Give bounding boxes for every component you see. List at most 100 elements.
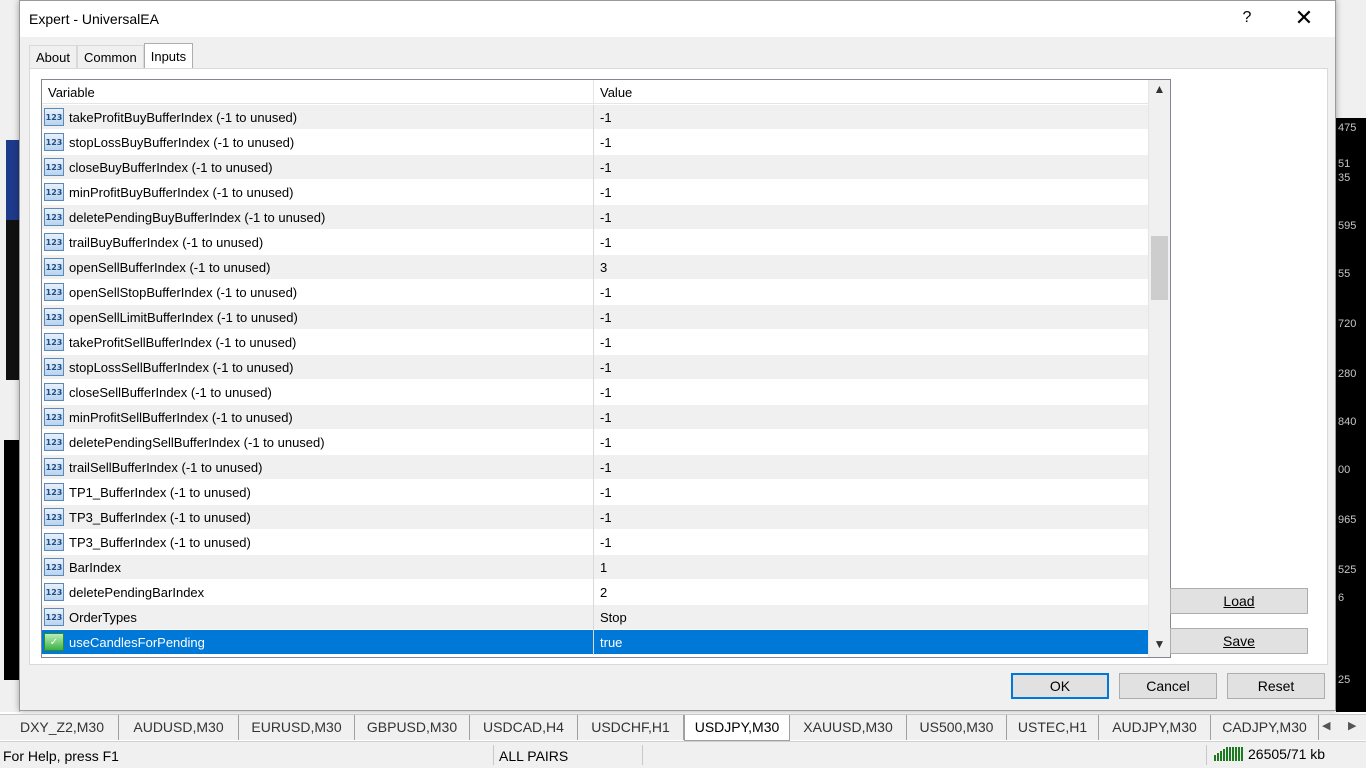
scroll-thumb[interactable] xyxy=(1151,236,1168,300)
symbol-tab[interactable]: US500,M30 xyxy=(907,715,1007,740)
value-cell[interactable]: -1 xyxy=(594,210,1148,225)
variable-cell[interactable]: 123 minProfitSellBufferIndex (-1 to unuse… xyxy=(42,404,594,430)
grid-row[interactable]: 123 TP1_BufferIndex (-1 to unused) -1 xyxy=(42,479,1148,505)
value-cell[interactable]: -1 xyxy=(594,460,1148,475)
column-header-variable[interactable]: Variable xyxy=(42,80,594,103)
variable-cell[interactable]: 123 openSellBufferIndex (-1 to unused) xyxy=(42,254,594,280)
grid-row[interactable]: 123 BarIndex 1 xyxy=(42,554,1148,580)
tab-inputs[interactable]: Inputs xyxy=(143,43,194,69)
grid-scrollbar[interactable]: ▲ ▼ xyxy=(1148,80,1170,657)
grid-row[interactable]: 123 deletePendingSellBufferIndex (-1 to u… xyxy=(42,429,1148,455)
variable-cell[interactable]: 123 trailBuyBufferIndex (-1 to unused) xyxy=(42,229,594,255)
load-button[interactable]: Load xyxy=(1170,588,1308,614)
symbol-tab[interactable]: USDCHF,H1 xyxy=(578,715,684,740)
tab-about[interactable]: About xyxy=(29,45,77,69)
reset-button[interactable]: Reset xyxy=(1227,673,1325,699)
grid-row[interactable]: 123 minProfitBuyBufferIndex (-1 to unused… xyxy=(42,179,1148,205)
grid-row[interactable]: 123 closeSellBufferIndex (-1 to unused) -1 xyxy=(42,379,1148,405)
symbol-tab[interactable]: XAUUSD,M30 xyxy=(790,715,907,740)
symbol-tab[interactable]: CADJPY,M30 xyxy=(1211,715,1319,740)
variable-cell[interactable]: 123 deletePendingSellBufferIndex (-1 to u… xyxy=(42,429,594,455)
value-cell[interactable]: -1 xyxy=(594,185,1148,200)
integer-type-icon: 123 xyxy=(44,483,64,501)
tab-common[interactable]: Common xyxy=(76,45,144,69)
value-cell[interactable]: -1 xyxy=(594,285,1148,300)
value-cell[interactable]: -1 xyxy=(594,510,1148,525)
variable-cell[interactable]: 123 stopLossSellBufferIndex (-1 to unused… xyxy=(42,354,594,380)
symbol-tab[interactable]: USDCAD,H4 xyxy=(470,715,578,740)
grid-row[interactable]: 123 takeProfitSellBufferIndex (-1 to unus… xyxy=(42,329,1148,355)
value-cell[interactable]: -1 xyxy=(594,335,1148,350)
value-cell[interactable]: 3 xyxy=(594,260,1148,275)
value-cell[interactable]: Stop xyxy=(594,610,1148,625)
symbol-tab[interactable]: USDJPY,M30 xyxy=(684,715,790,741)
value-cell[interactable]: -1 xyxy=(594,360,1148,375)
grid-row[interactable]: 123 deletePendingBarIndex 2 xyxy=(42,579,1148,605)
grid-row[interactable]: 123 takeProfitBuyBufferIndex (-1 to unuse… xyxy=(42,104,1148,130)
variable-cell[interactable]: ✓ useCandlesForPending xyxy=(42,629,594,655)
value-cell[interactable]: -1 xyxy=(594,485,1148,500)
ok-button[interactable]: OK xyxy=(1011,673,1109,699)
cancel-button[interactable]: Cancel xyxy=(1119,673,1217,699)
value-cell[interactable]: 1 xyxy=(594,560,1148,575)
variable-cell[interactable]: 123 openSellLimitBufferIndex (-1 to unuse… xyxy=(42,304,594,330)
grid-row[interactable]: 123 trailSellBufferIndex (-1 to unused) -1 xyxy=(42,454,1148,480)
grid-row[interactable]: 123 openSellLimitBufferIndex (-1 to unuse… xyxy=(42,304,1148,330)
grid-row[interactable]: 123 openSellStopBufferIndex (-1 to unused… xyxy=(42,279,1148,305)
grid-row[interactable]: 123 stopLossSellBufferIndex (-1 to unused… xyxy=(42,354,1148,380)
variable-cell[interactable]: 123 TP3_BufferIndex (-1 to unused) xyxy=(42,504,594,530)
value-cell[interactable]: 2 xyxy=(594,585,1148,600)
help-button[interactable]: ? xyxy=(1237,9,1257,27)
variable-cell[interactable]: 123 deletePendingBuyBufferIndex (-1 to un… xyxy=(42,204,594,230)
tabs-scroll-right-icon[interactable]: ▶ xyxy=(1348,719,1356,732)
variable-cell[interactable]: 123 TP1_BufferIndex (-1 to unused) xyxy=(42,479,594,505)
grid-row[interactable]: ✓ useCandlesForPending true xyxy=(42,629,1148,655)
value-cell[interactable]: true xyxy=(594,635,1148,650)
variable-cell[interactable]: 123 openSellStopBufferIndex (-1 to unused… xyxy=(42,279,594,305)
column-header-value[interactable]: Value xyxy=(594,80,1148,103)
variable-cell[interactable]: 123 stopLossBuyBufferIndex (-1 to unused) xyxy=(42,129,594,155)
value-cell[interactable]: -1 xyxy=(594,535,1148,550)
symbol-tab[interactable]: USTEC,H1 xyxy=(1007,715,1099,740)
variable-cell[interactable]: 123 BarIndex xyxy=(42,554,594,580)
scroll-down-arrow-icon[interactable]: ▼ xyxy=(1149,637,1170,655)
variable-cell[interactable]: 123 minProfitBuyBufferIndex (-1 to unused… xyxy=(42,179,594,205)
grid-row[interactable]: 123 closeBuyBufferIndex (-1 to unused) -1 xyxy=(42,154,1148,180)
grid-row[interactable]: 123 TP3_BufferIndex (-1 to unused) -1 xyxy=(42,529,1148,555)
grid-row[interactable]: 123 openSellBufferIndex (-1 to unused) 3 xyxy=(42,254,1148,280)
grid-row[interactable]: 123 minProfitSellBufferIndex (-1 to unuse… xyxy=(42,404,1148,430)
connection-bars-icon xyxy=(1214,747,1244,761)
value-cell[interactable]: -1 xyxy=(594,435,1148,450)
variable-cell[interactable]: 123 trailSellBufferIndex (-1 to unused) xyxy=(42,454,594,480)
value-cell[interactable]: -1 xyxy=(594,385,1148,400)
scroll-up-arrow-icon[interactable]: ▲ xyxy=(1149,82,1170,100)
variable-cell[interactable]: 123 takeProfitBuyBufferIndex (-1 to unuse… xyxy=(42,104,594,130)
symbol-tab[interactable]: DXY_Z2,M30 xyxy=(6,715,119,740)
grid-row[interactable]: 123 TP3_BufferIndex (-1 to unused) -1 xyxy=(42,504,1148,530)
variable-cell[interactable]: 123 takeProfitSellBufferIndex (-1 to unus… xyxy=(42,329,594,355)
value-cell[interactable]: -1 xyxy=(594,110,1148,125)
symbol-tab[interactable]: EURUSD,M30 xyxy=(239,715,355,740)
symbol-tab[interactable]: GBPUSD,M30 xyxy=(355,715,470,740)
value-cell[interactable]: -1 xyxy=(594,135,1148,150)
variable-cell[interactable]: 123 OrderTypes xyxy=(42,604,594,630)
value-cell[interactable]: -1 xyxy=(594,160,1148,175)
variable-name: useCandlesForPending xyxy=(69,634,205,650)
variable-cell[interactable]: 123 closeBuyBufferIndex (-1 to unused) xyxy=(42,154,594,180)
value-cell[interactable]: -1 xyxy=(594,410,1148,425)
save-button[interactable]: Save xyxy=(1170,628,1308,654)
grid-row[interactable]: 123 deletePendingBuyBufferIndex (-1 to un… xyxy=(42,204,1148,230)
grid-row[interactable]: 123 stopLossBuyBufferIndex (-1 to unused)… xyxy=(42,129,1148,155)
grid-row[interactable]: 123 trailBuyBufferIndex (-1 to unused) -1 xyxy=(42,229,1148,255)
symbol-tab[interactable]: AUDJPY,M30 xyxy=(1099,715,1211,740)
variable-name: closeBuyBufferIndex (-1 to unused) xyxy=(69,159,273,175)
variable-cell[interactable]: 123 TP3_BufferIndex (-1 to unused) xyxy=(42,529,594,555)
symbol-tab[interactable]: AUDUSD,M30 xyxy=(119,715,239,740)
variable-cell[interactable]: 123 deletePendingBarIndex xyxy=(42,579,594,605)
value-cell[interactable]: -1 xyxy=(594,310,1148,325)
value-cell[interactable]: -1 xyxy=(594,235,1148,250)
grid-row[interactable]: 123 OrderTypes Stop xyxy=(42,604,1148,630)
close-button[interactable]: ✕ xyxy=(1293,5,1315,31)
tabs-scroll-left-icon[interactable]: ◀ xyxy=(1322,719,1330,732)
variable-cell[interactable]: 123 closeSellBufferIndex (-1 to unused) xyxy=(42,379,594,405)
